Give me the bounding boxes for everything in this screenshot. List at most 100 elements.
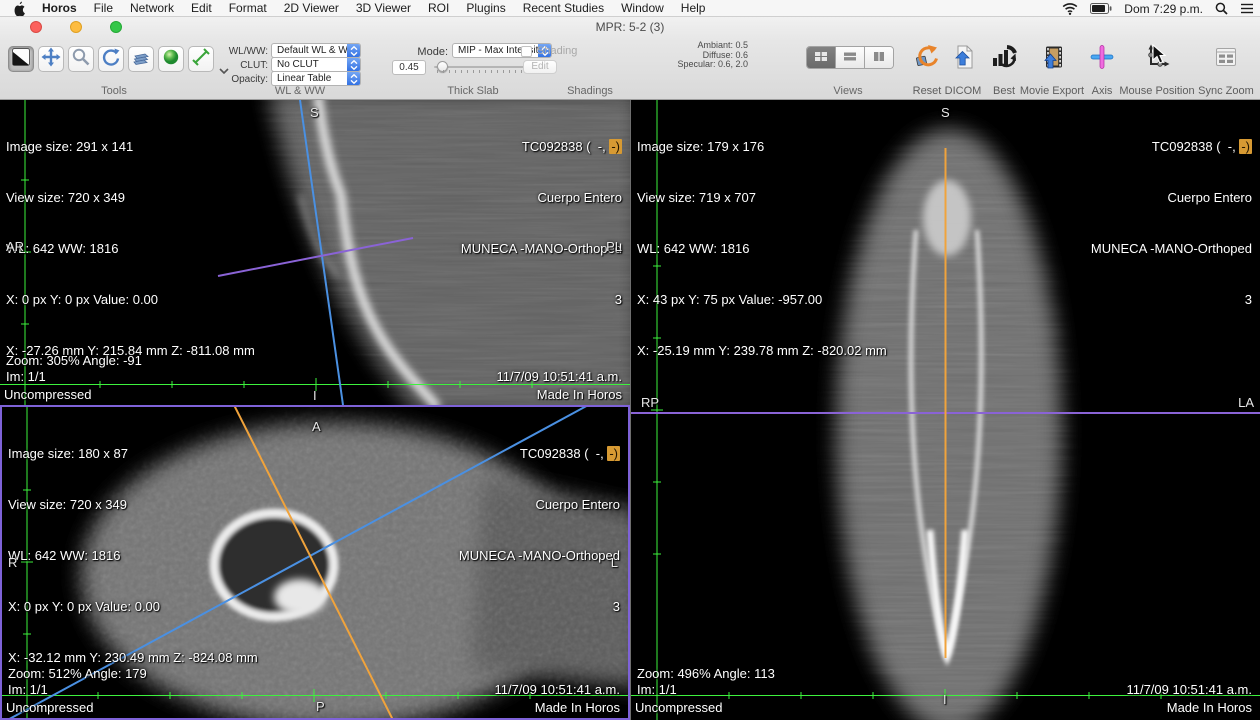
spotlight-search-icon[interactable]	[1215, 2, 1228, 15]
wlww-preset-label: WL/WW:	[206, 46, 268, 57]
menu-item-format[interactable]: Format	[229, 1, 267, 15]
opacity-label: Opacity:	[206, 74, 268, 85]
pixel-value-text: X: 0 px Y: 0 px Value: 0.00	[8, 598, 258, 615]
shading-checkbox[interactable]	[521, 46, 532, 57]
acquisition-datetime-text: 11/7/09 10:51:41 a.m.	[1126, 681, 1252, 698]
opacity-select[interactable]: Linear Table	[271, 71, 361, 86]
viewport-bottom-left-selected[interactable]: Image size: 180 x 87 View size: 720 x 34…	[0, 405, 630, 720]
wifi-icon[interactable]	[1062, 3, 1078, 15]
orientation-bottom-label: I	[313, 388, 317, 403]
layers-icon	[131, 47, 151, 72]
study-status-badge: -)	[1239, 139, 1252, 154]
mm-position-text: X: -25.19 mm Y: 239.78 mm Z: -820.02 mm	[637, 342, 887, 359]
viewport-right[interactable]: Image size: 179 x 176 View size: 719 x 7…	[630, 100, 1260, 720]
window-toolbar: MPR: 5-2 (3) Tools WL/WW: Default WL & W…	[0, 17, 1260, 100]
stack-tool-button[interactable]	[128, 46, 154, 72]
pan-tool-button[interactable]	[38, 46, 64, 72]
mm-position-text: X: -32.12 mm Y: 230.49 mm Z: -824.08 mm	[8, 649, 258, 666]
clut-stepper-icon	[347, 57, 361, 72]
wlww-contrast-tool-button[interactable]	[8, 46, 34, 72]
orientation-right-label: L	[611, 555, 618, 570]
image-info-overlay: Image size: 179 x 176 View size: 719 x 7…	[637, 104, 887, 393]
zoom-angle-text: Zoom: 512% Angle: 179	[8, 665, 147, 682]
tools-section-label: Tools	[8, 85, 220, 97]
menu-item-help[interactable]: Help	[681, 1, 706, 15]
image-index-text: Im: 1/1	[637, 681, 677, 698]
slab-thickness-value[interactable]: 0.45	[392, 60, 426, 75]
image-info-overlay: Image size: 291 x 141 View size: 720 x 3…	[6, 104, 255, 393]
series-number-text: 3	[459, 598, 620, 615]
shading-checkbox-label: Shading	[537, 45, 577, 57]
menu-item-file[interactable]: File	[94, 1, 113, 15]
menu-clock[interactable]: Dom 7:29 p.m.	[1124, 2, 1203, 16]
study-description-text: Cuerpo Entero	[459, 496, 620, 513]
pixel-value-text: X: 43 px Y: 75 px Value: -957.00	[637, 291, 887, 308]
wl-ww-text: WL: 642 WW: 1816	[6, 240, 255, 257]
orientation-left-label: RP	[641, 395, 659, 410]
watermark-text: Made In Horos	[535, 699, 620, 716]
menu-item-recent-studies[interactable]: Recent Studies	[523, 1, 604, 15]
sync-zoom-button[interactable]: Sync Zoom	[1188, 43, 1260, 97]
orientation-left-label: R	[8, 555, 17, 570]
wl-ww-text: WL: 642 WW: 1816	[637, 240, 887, 257]
viewport-top-left[interactable]: Image size: 291 x 141 View size: 720 x 3…	[0, 100, 630, 406]
orientation-top-label: S	[941, 105, 950, 120]
compression-text: Uncompressed	[6, 699, 93, 716]
window-title: MPR: 5-2 (3)	[0, 20, 1260, 34]
opacity-value: Linear Table	[277, 73, 331, 84]
rotate-arrow-icon	[101, 47, 121, 72]
menu-item-window[interactable]: Window	[621, 1, 664, 15]
wlww-stepper-icon	[347, 43, 361, 58]
zoom-angle-text: Zoom: 305% Angle: -91	[6, 352, 142, 369]
ball-tool-button[interactable]	[158, 46, 184, 72]
compression-text: Uncompressed	[4, 386, 91, 403]
orientation-top-label: S	[310, 105, 319, 120]
orientation-right-label: LA	[1238, 395, 1254, 410]
acquisition-datetime-text: 11/7/09 10:51:41 a.m.	[496, 368, 622, 385]
study-info-overlay: TC092838 ( -, -) Cuerpo Entero MUNECA -M…	[459, 411, 620, 649]
zoom-tool-button[interactable]	[68, 46, 94, 72]
menu-item-edit[interactable]: Edit	[191, 1, 212, 15]
image-size-text: Image size: 180 x 87	[8, 445, 258, 462]
study-id-text: TC092838 ( -,	[1152, 139, 1239, 154]
study-info-overlay: TC092838 ( -, -) Cuerpo Entero MUNECA -M…	[1091, 104, 1252, 342]
acquisition-datetime-text: 11/7/09 10:51:41 a.m.	[494, 681, 620, 698]
study-description-text: Cuerpo Entero	[1091, 189, 1252, 206]
apple-menu-icon[interactable]	[12, 1, 25, 16]
series-description-text: MUNECA -MANO-Orthoped	[461, 240, 622, 257]
study-status-badge: -)	[607, 446, 620, 461]
sphere-icon	[161, 47, 181, 72]
menu-item-plugins[interactable]: Plugins	[466, 1, 505, 15]
shading-edit-button[interactable]: Edit	[523, 60, 557, 74]
clut-select[interactable]: No CLUT	[271, 57, 361, 72]
study-info-overlay: TC092838 ( -, -) Cuerpo Entero MUNECA -M…	[461, 104, 622, 342]
menu-item-3d-viewer[interactable]: 3D Viewer	[356, 1, 411, 15]
menu-bar: Horos File Network Edit Format 2D Viewer…	[0, 0, 1260, 17]
watermark-text: Made In Horos	[537, 386, 622, 403]
menu-item-roi[interactable]: ROI	[428, 1, 449, 15]
sync-zoom-window-icon	[1188, 43, 1260, 71]
watermark-text: Made In Horos	[1167, 699, 1252, 716]
shading-values: Ambiant: 0.5 Diffuse: 0.6 Specular: 0.6,…	[600, 41, 748, 70]
wlww-preset-select[interactable]: Default WL & W'	[271, 43, 361, 58]
mpr-axis-orange[interactable]	[234, 407, 393, 718]
columns-layout-icon	[872, 49, 886, 67]
series-number-text: 3	[1091, 291, 1252, 308]
clut-label: CLUT:	[206, 60, 268, 71]
views-grid-segment[interactable]	[807, 47, 835, 68]
menu-item-horos[interactable]: Horos	[42, 1, 77, 15]
menu-item-2d-viewer[interactable]: 2D Viewer	[284, 1, 339, 15]
study-id-text: TC092838 ( -,	[522, 139, 609, 154]
series-description-text: MUNECA -MANO-Orthoped	[459, 547, 620, 564]
views-rows-segment[interactable]	[835, 47, 864, 68]
series-number-text: 3	[461, 291, 622, 308]
battery-icon[interactable]	[1090, 3, 1112, 14]
sync-zoom-label: Sync Zoom	[1188, 85, 1260, 97]
contrast-icon	[11, 47, 31, 72]
menu-item-network[interactable]: Network	[130, 1, 174, 15]
notification-center-icon[interactable]	[1240, 3, 1254, 14]
image-index-text: Im: 1/1	[6, 368, 46, 385]
rotate-tool-button[interactable]	[98, 46, 124, 72]
orientation-bottom-label: P	[316, 699, 325, 714]
image-index-text: Im: 1/1	[8, 681, 48, 698]
